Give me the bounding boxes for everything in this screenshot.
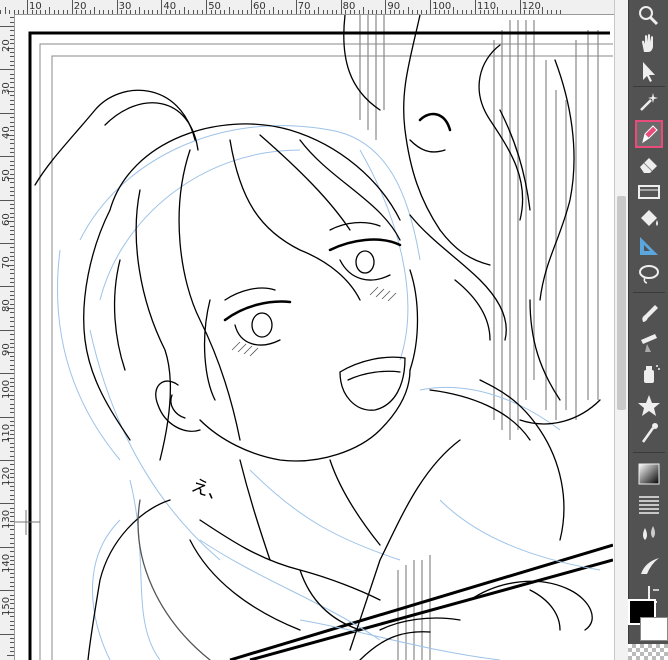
tool-ruler[interactable] (635, 232, 663, 260)
tool-group-separator (633, 452, 665, 453)
tool-eraser[interactable] (635, 150, 663, 178)
ruler-left-label: 80 (1, 299, 12, 313)
transparent-color-swatch[interactable] (628, 644, 668, 660)
tool-move[interactable] (635, 30, 663, 58)
tool-gradient[interactable] (635, 460, 663, 488)
tool-group-separator (633, 86, 665, 87)
ruler-left-label: 40 (1, 126, 12, 139)
blush-hatching (231, 286, 397, 357)
ruler-left-label: 110 (1, 423, 12, 443)
star-icon (638, 395, 660, 416)
ruler-left-label: 50 (1, 169, 12, 183)
balloon-tail-icon (641, 558, 659, 574)
hand-icon (642, 34, 653, 52)
blend-icon (641, 334, 657, 352)
scrollbar-thumb[interactable] (617, 196, 626, 410)
tool-group-separator (633, 292, 665, 293)
ruler-top-label: 110 (477, 1, 497, 12)
character-ink (34, 15, 601, 660)
ruler-top-label: 80 (342, 1, 356, 12)
tool-liquify[interactable] (635, 520, 663, 548)
liquid-drops-icon (643, 526, 655, 540)
tool-selection[interactable] (635, 260, 663, 288)
tool-fill[interactable] (635, 206, 663, 234)
tool-pen[interactable] (635, 120, 663, 148)
guide-cross (15, 510, 40, 535)
ruler-triangle-icon (640, 237, 658, 255)
tool-frame-border[interactable] (635, 178, 663, 206)
ruler-left-label: 150 (1, 597, 12, 617)
ruler-top-label: 40 (163, 1, 177, 12)
spray-icon (644, 365, 660, 383)
cursor-icon (643, 62, 655, 82)
background-color-swatch[interactable] (640, 617, 668, 641)
ruler-left-label: 130 (1, 510, 12, 530)
ruler-top-label: 10 (29, 1, 42, 12)
ruler-left-label: 70 (1, 256, 12, 269)
lasso-icon (639, 265, 659, 284)
ruler-top-label: 70 (297, 1, 311, 12)
magic-wand-icon (640, 93, 658, 111)
gradient-icon (638, 463, 660, 485)
tool-blend[interactable] (635, 330, 663, 358)
tool-auto-select[interactable] (635, 88, 663, 116)
screentone-hatching (359, 15, 599, 660)
tool-spray[interactable] (635, 360, 663, 388)
ruler-top-label: 120 (521, 1, 541, 12)
drawing-canvas[interactable]: え、 (15, 15, 613, 660)
ruler-top-label: 90 (387, 1, 401, 12)
ruler-left-label: 20 (1, 39, 12, 52)
ruler-top-label: 60 (253, 1, 266, 12)
horizontal-ruler[interactable]: 10 20 30 40 50 60 70 80 90 100 110 120 (0, 0, 614, 15)
ruler-top-label: 20 (73, 1, 87, 12)
ruler-left-label: 120 (1, 466, 12, 486)
ruler-left-label: 90 (1, 343, 12, 356)
tool-zoom[interactable] (635, 2, 663, 30)
pen-icon (642, 125, 658, 144)
ruler-top-label: 30 (118, 1, 132, 12)
eyedropper-icon (641, 423, 658, 443)
tool-brush[interactable] (635, 300, 663, 328)
ruler-top-label: 100 (432, 1, 452, 12)
ruler-left-label: 140 (1, 553, 12, 573)
vertical-ruler[interactable]: 20 30 40 50 60 70 80 90 100 110 120 130 140 150 (0, 14, 15, 660)
magnifier-icon (639, 6, 659, 26)
brush-icon (642, 305, 658, 322)
tool-palette (628, 0, 668, 660)
speech-text: え、 (188, 475, 229, 507)
ruler-left-label: 60 (1, 212, 12, 226)
tool-operation[interactable] (635, 58, 663, 86)
frame-border-icon (638, 185, 660, 199)
tool-tone[interactable] (635, 490, 663, 518)
tool-dropper[interactable] (635, 420, 663, 448)
fill-bucket-icon (641, 210, 658, 226)
tool-star-brush[interactable] (635, 392, 663, 420)
tool-text-balloon[interactable] (635, 552, 663, 580)
ruler-left-label: 30 (1, 82, 12, 96)
ruler-top-label: 50 (208, 1, 221, 12)
manga-artwork: え、 (15, 15, 613, 660)
eraser-icon (640, 158, 657, 173)
vertical-scrollbar[interactable] (614, 0, 629, 660)
halftone-icon (639, 496, 659, 514)
ruler-left-label: 100 (1, 380, 12, 400)
